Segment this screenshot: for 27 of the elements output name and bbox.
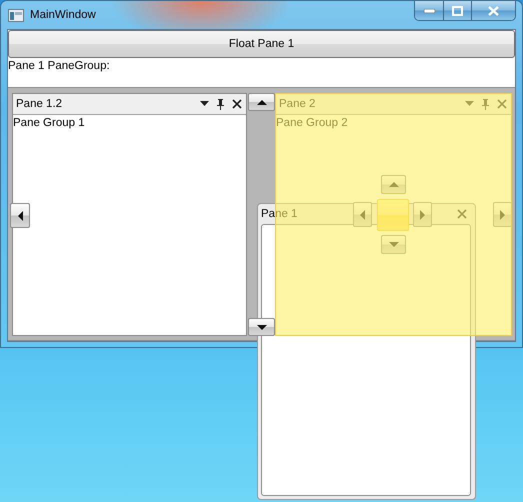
triangle-left-icon	[16, 210, 24, 220]
pane-group-label: Pane 1 PaneGroup:	[8, 59, 111, 74]
window-title: MainWindow	[30, 9, 97, 21]
app-icon	[8, 8, 24, 22]
maximize-icon	[452, 6, 463, 16]
close-icon[interactable]	[232, 99, 242, 109]
pin-icon[interactable]	[217, 98, 224, 110]
pane-content-text: Pane Group 1	[13, 116, 86, 129]
triangle-up-icon	[388, 181, 398, 188]
triangle-down-icon	[256, 324, 266, 330]
dock-guide-button[interactable]	[248, 93, 275, 111]
float-pane-button[interactable]: Float Pane 1	[8, 30, 515, 58]
close-icon	[488, 6, 499, 16]
maximize-button[interactable]	[443, 1, 471, 20]
minimize-icon	[424, 8, 434, 12]
triangle-right-icon	[419, 210, 426, 220]
triangle-up-icon	[256, 98, 266, 106]
close-button[interactable]	[471, 1, 515, 20]
triangle-down-icon	[388, 241, 398, 248]
minimize-button[interactable]	[415, 1, 443, 20]
dock-guide-button[interactable]	[10, 203, 30, 228]
pane-content-text: Pane Group 2	[276, 116, 349, 129]
pane-title[interactable]: Pane 1.2	[16, 98, 192, 110]
dock-guide-button[interactable]	[248, 318, 275, 336]
triangle-right-icon	[499, 210, 506, 220]
dropdown-icon[interactable]	[200, 101, 209, 107]
triangle-left-icon	[359, 210, 366, 220]
